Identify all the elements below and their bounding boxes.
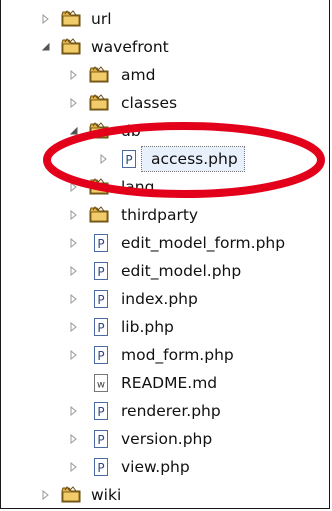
project-explorer-tree: url wavefront amd classes db P access.ph…: [0, 0, 330, 509]
tree-item-label: wiki: [91, 486, 122, 504]
tree-item-edit-model-form-php[interactable]: P edit_model_form.php: [1, 229, 329, 257]
tree-item-url[interactable]: url: [1, 5, 329, 33]
php-file-icon: P: [119, 149, 139, 169]
folder-icon: [89, 121, 109, 141]
php-file-icon: P: [91, 317, 111, 337]
php-file-icon: P: [91, 289, 111, 309]
tree-item-label: view.php: [121, 458, 190, 476]
svg-text:P: P: [97, 321, 104, 335]
tree-item-wavefront[interactable]: wavefront: [1, 33, 329, 61]
tree-item-label: version.php: [121, 430, 213, 448]
folder-icon: [89, 205, 109, 225]
tree-item-mod-form-php[interactable]: P mod_form.php: [1, 341, 329, 369]
collapse-arrow-icon[interactable]: [41, 42, 51, 52]
expand-arrow-icon[interactable]: [99, 154, 109, 164]
folder-icon: [89, 93, 109, 113]
tree-item-label: lib.php: [121, 318, 174, 336]
tree-item-lang[interactable]: lang: [1, 173, 329, 201]
tree-item-index-php[interactable]: P index.php: [1, 285, 329, 313]
tree-item-label: thirdparty: [121, 206, 199, 224]
expand-arrow-icon[interactable]: [69, 294, 79, 304]
expand-arrow-icon[interactable]: [69, 210, 79, 220]
expand-arrow-icon[interactable]: [69, 322, 79, 332]
tree-item-label: lang: [121, 178, 155, 196]
expand-arrow-icon[interactable]: [69, 238, 79, 248]
tree-item-label: edit_model_form.php: [121, 234, 286, 252]
php-file-icon: P: [91, 457, 111, 477]
svg-text:P: P: [97, 237, 104, 251]
tree-item-version-php[interactable]: P version.php: [1, 425, 329, 453]
php-file-icon: P: [91, 429, 111, 449]
tree-item-label: access.php: [151, 150, 238, 168]
folder-icon: [89, 65, 109, 85]
tree-item-lib-php[interactable]: P lib.php: [1, 313, 329, 341]
folder-icon: [61, 37, 81, 57]
tree-item-thirdparty[interactable]: thirdparty: [1, 201, 329, 229]
expand-arrow-icon[interactable]: [69, 98, 79, 108]
svg-text:P: P: [97, 293, 104, 307]
svg-text:w: w: [97, 380, 105, 391]
tree-item-label: db: [121, 122, 141, 140]
tree-item-label: url: [91, 10, 112, 28]
collapse-arrow-icon[interactable]: [69, 126, 79, 136]
php-file-icon: P: [91, 401, 111, 421]
svg-text:P: P: [97, 265, 104, 279]
expand-arrow-icon[interactable]: [69, 70, 79, 80]
php-file-icon: P: [91, 345, 111, 365]
expand-arrow-icon[interactable]: [69, 266, 79, 276]
expand-arrow-icon[interactable]: [41, 14, 51, 24]
tree-item-label: mod_form.php: [121, 346, 234, 364]
svg-text:P: P: [125, 153, 132, 167]
svg-text:P: P: [97, 349, 104, 363]
tree-item-wiki[interactable]: wiki: [1, 481, 329, 509]
folder-icon: [89, 177, 109, 197]
folder-icon: [61, 485, 81, 505]
tree-item-label: wavefront: [91, 38, 169, 56]
tree-item-label: classes: [121, 94, 178, 112]
tree-item-label: edit_model.php: [121, 262, 242, 280]
tree-item-renderer-php[interactable]: P renderer.php: [1, 397, 329, 425]
svg-text:P: P: [97, 405, 104, 419]
expand-arrow-icon[interactable]: [69, 434, 79, 444]
php-file-icon: P: [91, 233, 111, 253]
tree-item-db[interactable]: db: [1, 117, 329, 145]
expand-arrow-icon[interactable]: [69, 350, 79, 360]
tree-item-access-php[interactable]: P access.php: [1, 145, 329, 173]
tree-item-classes[interactable]: classes: [1, 89, 329, 117]
folder-icon: [61, 9, 81, 29]
expand-arrow-icon[interactable]: [69, 462, 79, 472]
svg-text:P: P: [97, 433, 104, 447]
tree-item-label: README.md: [121, 374, 218, 392]
php-file-icon: P: [91, 261, 111, 281]
text-file-icon: w: [91, 373, 111, 393]
expand-arrow-icon[interactable]: [41, 490, 51, 500]
tree-item-edit-model-php[interactable]: P edit_model.php: [1, 257, 329, 285]
tree-item-label: amd: [121, 66, 156, 84]
tree-item-amd[interactable]: amd: [1, 61, 329, 89]
expand-arrow-icon[interactable]: [69, 406, 79, 416]
tree-item-label: renderer.php: [121, 402, 221, 420]
expand-arrow-icon[interactable]: [69, 182, 79, 192]
tree-item-readme-md[interactable]: w README.md: [1, 369, 329, 397]
tree-item-label: index.php: [121, 290, 198, 308]
tree-item-view-php[interactable]: P view.php: [1, 453, 329, 481]
svg-text:P: P: [97, 461, 104, 475]
